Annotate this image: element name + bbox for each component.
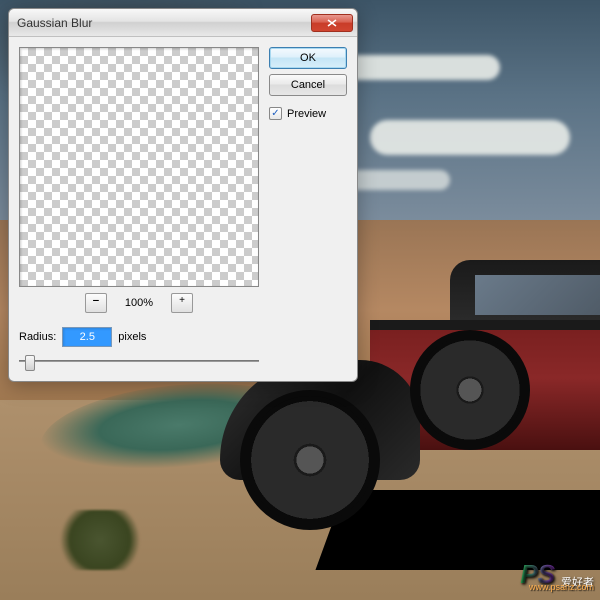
radius-unit-label: pixels: [118, 331, 146, 343]
preview-checkbox-row: ✓ Preview: [269, 107, 347, 120]
zoom-in-button[interactable]: +: [171, 293, 193, 313]
car-wheel-front: [240, 390, 380, 530]
bush: [60, 510, 140, 570]
ok-button[interactable]: OK: [269, 47, 347, 69]
watermark: PS 爱好者 www.psahz.com: [520, 559, 594, 590]
ok-button-label: OK: [300, 52, 316, 64]
radius-row: Radius: pixels: [19, 327, 259, 347]
slider-thumb[interactable]: [25, 355, 35, 371]
dialog-body: – 100% + Radius: pixels OK Cancel: [9, 37, 357, 381]
dialog-title: Gaussian Blur: [17, 16, 311, 30]
radius-slider[interactable]: [19, 351, 259, 371]
cloud: [340, 55, 500, 80]
dialog-right-column: OK Cancel ✓ Preview: [269, 47, 347, 371]
car-wheel-spare: [410, 330, 530, 450]
zoom-controls: – 100% +: [19, 293, 259, 313]
zoom-level-label: 100%: [125, 297, 153, 309]
cancel-button-label: Cancel: [291, 79, 325, 91]
cloud: [370, 120, 570, 155]
dialog-left-column: – 100% + Radius: pixels: [19, 47, 259, 371]
radius-label: Radius:: [19, 331, 56, 343]
close-button[interactable]: [311, 14, 353, 32]
zoom-out-button[interactable]: –: [85, 293, 107, 313]
gaussian-blur-dialog: Gaussian Blur – 100% + Radius: pixels: [8, 8, 358, 382]
preview-checkbox[interactable]: ✓: [269, 107, 282, 120]
dialog-titlebar[interactable]: Gaussian Blur: [9, 9, 357, 37]
car-window: [475, 275, 600, 315]
close-icon: [327, 19, 337, 27]
radius-input[interactable]: [62, 327, 112, 347]
preview-checkbox-label: Preview: [287, 108, 326, 120]
cancel-button[interactable]: Cancel: [269, 74, 347, 96]
slider-track-line: [19, 360, 259, 362]
watermark-url: www.psahz.com: [529, 582, 594, 592]
filter-preview-area[interactable]: [19, 47, 259, 287]
